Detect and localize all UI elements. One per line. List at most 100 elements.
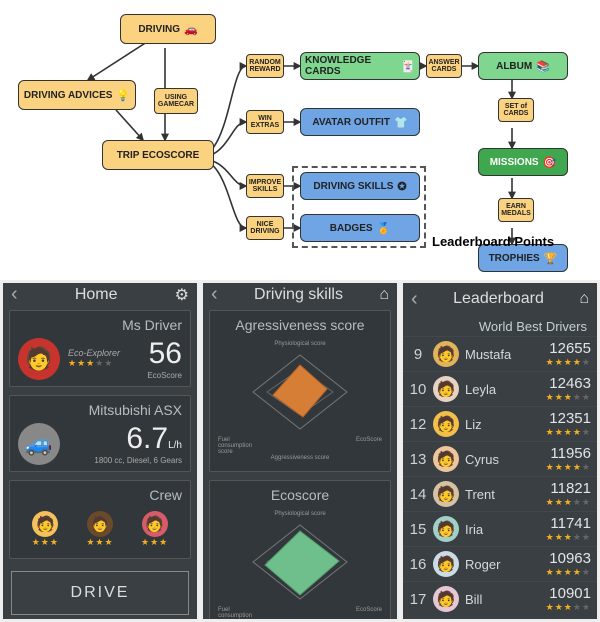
player-stars: ★★★★★ bbox=[546, 357, 591, 368]
player-score: 12351 bbox=[546, 410, 591, 427]
player-name: Roger bbox=[465, 557, 540, 572]
node-album: ALBUM📚 bbox=[478, 52, 568, 80]
player-avatar: 🧑 bbox=[433, 411, 459, 437]
player-avatar: 🧑 bbox=[433, 516, 459, 542]
player-stars: ★★★★★ bbox=[546, 392, 591, 403]
concept-diagram: DRIVING🚗 DRIVING ADVICES💡 USING GAMECAR … bbox=[0, 0, 600, 280]
driver-role: Eco-Explorer bbox=[68, 348, 139, 358]
leaderboard-subtitle: World Best Drivers bbox=[403, 315, 597, 336]
leaderboard-row[interactable]: 9🧑Mustafa12655★★★★★ bbox=[403, 336, 597, 371]
player-score: 10901 bbox=[546, 585, 591, 602]
player-score: 12655 bbox=[546, 340, 591, 357]
rank: 9 bbox=[409, 346, 427, 363]
node-nice-driving: NICE DRIVING bbox=[246, 216, 284, 240]
leaderboard-row[interactable]: 10 🧑 Leyla 12463★★★★★ bbox=[403, 371, 597, 406]
leaderboard-points-label: Leaderboard Points bbox=[432, 234, 554, 249]
node-win-extras: WIN EXTRAS bbox=[246, 110, 284, 134]
driver-name: Ms Driver bbox=[18, 317, 182, 333]
player-stars: ★★★★★ bbox=[546, 602, 591, 613]
leaderboard-list[interactable]: 9🧑Mustafa12655★★★★★10🧑Leyla12463★★★★★12🧑… bbox=[403, 336, 597, 616]
player-stars: ★★★★★ bbox=[546, 462, 591, 473]
leaderboard-screen: ‹ Leaderboard ⌂ World Best Drivers 9 🧑 Mus… bbox=[403, 283, 597, 619]
home-title: Home bbox=[18, 286, 175, 304]
player-name: Iria bbox=[465, 522, 540, 537]
rank: 16 bbox=[409, 556, 427, 573]
player-score: 11741 bbox=[546, 515, 591, 532]
player-avatar: 🧑 bbox=[433, 481, 459, 507]
player-score: 11956 bbox=[546, 445, 591, 462]
driver-card[interactable]: Ms Driver 🧑 Eco-Explorer ★★★★★ 56 EcoSco… bbox=[9, 310, 191, 387]
leaderboard-row[interactable]: 17 🧑 Bill 10901★★★★★ bbox=[403, 581, 597, 616]
car-name: Mitsubishi ASX bbox=[18, 402, 182, 418]
crew-avatar: 🧑 bbox=[87, 511, 113, 537]
player-stars: ★★★★★ bbox=[546, 427, 591, 438]
node-avatar-outfit: AVATAR OUTFIT👕 bbox=[300, 108, 420, 136]
player-name: Trent bbox=[465, 487, 540, 502]
player-stars: ★★★★★ bbox=[546, 567, 591, 578]
gear-icon[interactable]: ⚙ bbox=[175, 285, 189, 305]
ecoscore-title: Ecoscore bbox=[218, 487, 382, 503]
node-random-reward: RANDOM REWARD bbox=[246, 54, 284, 78]
node-using-gamecar: USING GAMECAR bbox=[154, 88, 198, 114]
driver-score: 56 bbox=[147, 337, 182, 371]
player-avatar: 🧑 bbox=[433, 446, 459, 472]
ecoscore-card: Ecoscore Physiological score Fuel consum… bbox=[209, 480, 391, 619]
rank: 10 bbox=[409, 381, 427, 398]
rank: 13 bbox=[409, 451, 427, 468]
node-knowledge-cards: KNOWLEDGE CARDS🃏 bbox=[300, 52, 420, 80]
node-driving-advices: DRIVING ADVICES💡 bbox=[18, 80, 136, 110]
crew-card[interactable]: Crew 🧑★★★ 🧑★★★ 🧑★★★ bbox=[9, 480, 191, 559]
leaderboard-title: Leaderboard bbox=[418, 290, 580, 308]
leaderboard-row[interactable]: 12 🧑 Liz 12351★★★★★ bbox=[403, 406, 597, 441]
leaderboard-row[interactable]: 16🧑Roger10963★★★★★ bbox=[403, 546, 597, 581]
album-icon: 📚 bbox=[536, 60, 550, 73]
player-score: 11821 bbox=[546, 480, 591, 497]
target-icon: 🎯 bbox=[543, 156, 557, 169]
leaderboard-row[interactable]: 13 🧑 Cyrus 11956★★★★★ bbox=[403, 441, 597, 476]
crew-avatar: 🧑 bbox=[142, 511, 168, 537]
node-trip-ecoscore: TRIP ECOSCORE bbox=[102, 140, 214, 170]
driver-stars: ★★★★★ bbox=[68, 358, 139, 369]
car-detail: 1800 cc, Diesel, 6 Gears bbox=[94, 456, 182, 465]
car-value: 6.7L/h bbox=[94, 422, 182, 456]
radar-chart-eco bbox=[245, 517, 355, 607]
skills-title: Driving skills bbox=[218, 286, 380, 304]
aggressiveness-title: Agressiveness score bbox=[218, 317, 382, 333]
home-icon[interactable]: ⌂ bbox=[379, 286, 389, 304]
home-header: ‹ Home ⚙ bbox=[3, 283, 197, 306]
rank: 15 bbox=[409, 521, 427, 538]
player-name: Liz bbox=[465, 417, 540, 432]
rank: 14 bbox=[409, 486, 427, 503]
player-avatar: 🧑 bbox=[433, 376, 459, 402]
player-name: Leyla bbox=[465, 382, 540, 397]
home-icon[interactable]: ⌂ bbox=[579, 290, 589, 308]
trophy-icon: 🏆 bbox=[544, 252, 558, 265]
back-icon[interactable]: ‹ bbox=[211, 283, 218, 306]
back-icon[interactable]: ‹ bbox=[11, 283, 18, 306]
player-name: Mustafa bbox=[465, 347, 540, 362]
node-answer-cards: ANSWER CARDS bbox=[426, 54, 462, 78]
driver-score-unit: EcoScore bbox=[147, 371, 182, 380]
home-screen: ‹ Home ⚙ Ms Driver 🧑 Eco-Explorer ★★★★★ … bbox=[3, 283, 197, 619]
driver-avatar: 🧑 bbox=[18, 338, 60, 380]
leaderboard-row[interactable]: 14🧑Trent11821★★★★★ bbox=[403, 476, 597, 511]
shirt-icon: 👕 bbox=[394, 116, 408, 129]
player-avatar: 🧑 bbox=[433, 586, 459, 612]
drive-button[interactable]: DRIVE bbox=[11, 571, 189, 615]
aggressiveness-card: Agressiveness score Physiological score … bbox=[209, 310, 391, 472]
leaderboard-row[interactable]: 15🧑Iria11741★★★★★ bbox=[403, 511, 597, 546]
radar-chart-aggr bbox=[245, 347, 355, 437]
rank: 12 bbox=[409, 416, 427, 433]
leaderboard-group-box bbox=[292, 166, 426, 248]
skills-screen: ‹ Driving skills ⌂ Agressiveness score P… bbox=[203, 283, 397, 619]
node-improve-skills: IMPROVE SKILLS bbox=[246, 174, 284, 198]
player-avatar: 🧑 bbox=[433, 551, 459, 577]
car-card[interactable]: Mitsubishi ASX 🚙 6.7L/h 1800 cc, Diesel,… bbox=[9, 395, 191, 472]
node-set-of-cards: SET of CARDS bbox=[498, 98, 534, 122]
player-name: Bill bbox=[465, 592, 540, 607]
car-image: 🚙 bbox=[18, 423, 60, 465]
player-score: 12463 bbox=[546, 375, 591, 392]
player-name: Cyrus bbox=[465, 452, 540, 467]
back-icon[interactable]: ‹ bbox=[411, 288, 418, 311]
rank: 17 bbox=[409, 591, 427, 608]
